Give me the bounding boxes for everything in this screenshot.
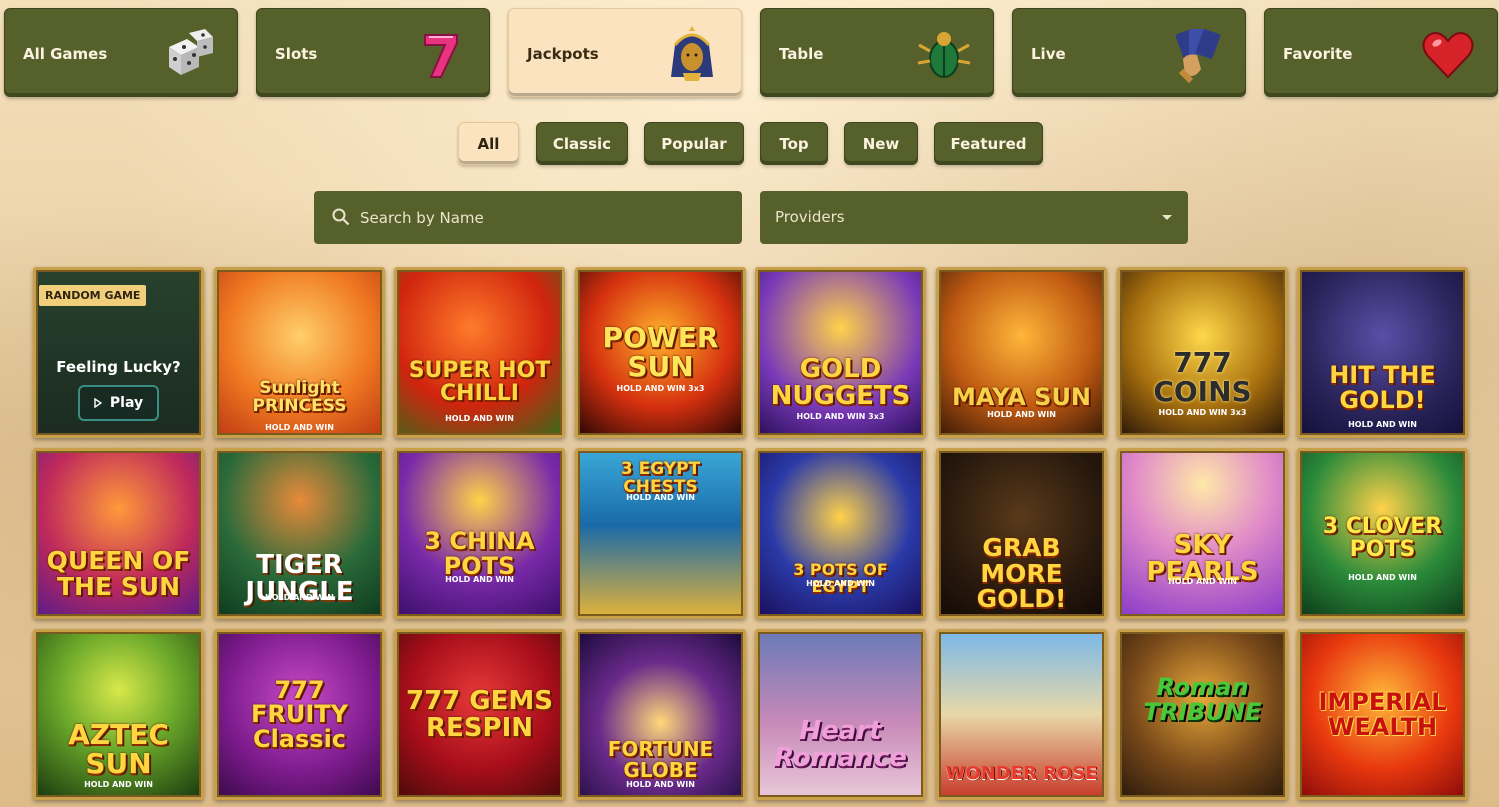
game-tile-super-hot-chilli[interactable]: SUPER HOT CHILLI HOLD AND WIN [394, 267, 565, 438]
game-tile-hit-the-gold[interactable]: HIT THE GOLD! HOLD AND WIN [1297, 267, 1468, 438]
game-title: GRAB MORE GOLD! [976, 533, 1067, 614]
game-subtitle: HOLD AND WIN [1348, 573, 1417, 582]
filter-popular[interactable]: Popular [644, 122, 744, 165]
play-icon [94, 398, 102, 408]
game-title: Roman TRIBUNE [1143, 673, 1262, 726]
providers-label: Providers [775, 208, 845, 226]
random-game-tile[interactable]: RANDOM GAME Feeling Lucky? Play [33, 267, 204, 438]
game-tile-aztec-sun[interactable]: AZTEC SUN HOLD AND WIN [33, 629, 204, 800]
random-game-text: Feeling Lucky? [56, 358, 181, 376]
game-tile-grab-more-gold[interactable]: GRAB MORE GOLD! [936, 448, 1107, 619]
filter-featured[interactable]: Featured [934, 122, 1043, 165]
game-tile-heart-romance[interactable]: Heart Romance [755, 629, 926, 800]
game-tile-power-sun[interactable]: POWER SUN HOLD AND WIN 3x3 [575, 267, 746, 438]
filter-classic[interactable]: Classic [536, 122, 628, 165]
scarab-icon [917, 32, 971, 78]
game-subtitle: HOLD AND WIN 3x3 [1158, 408, 1247, 417]
game-title: 777 FRUITY Classic [250, 675, 349, 753]
game-tile-3-egypt-chests[interactable]: 3 EGYPT CHESTS HOLD AND WIN [575, 448, 746, 619]
play-label: Play [109, 395, 144, 411]
game-title: HIT THE GOLD! [1329, 361, 1436, 414]
tab-label: Table [779, 45, 824, 63]
tab-label: Jackpots [527, 45, 599, 63]
game-subtitle: HOLD AND WIN [445, 414, 514, 423]
game-title: SUPER HOT CHILLI [408, 358, 551, 406]
game-subtitle: HOLD AND WIN [84, 780, 153, 789]
game-tile-sunlight-princess[interactable]: Sunlight PRINCESS HOLD AND WIN [214, 267, 385, 438]
game-subtitle: HOLD AND WIN [445, 575, 514, 584]
dice-icon [169, 29, 213, 75]
tab-live[interactable]: Live [1012, 8, 1246, 97]
filter-top[interactable]: Top [760, 122, 828, 165]
search-box [314, 191, 742, 244]
tab-label: All Games [23, 45, 108, 63]
tab-all-games[interactable]: All Games [4, 8, 238, 97]
game-subtitle: HOLD AND WIN 3x3 [796, 412, 885, 421]
game-tile-777-gems-respin[interactable]: 777 GEMS RESPIN [394, 629, 565, 800]
tab-jackpots[interactable]: Jackpots [508, 8, 742, 97]
tab-label: Live [1031, 45, 1066, 63]
game-title: 777 COINS [1153, 345, 1252, 408]
tab-table[interactable]: Table [760, 8, 994, 97]
game-tile-gold-nuggets[interactable]: GOLD NUGGETS HOLD AND WIN 3x3 [755, 267, 926, 438]
providers-dropdown[interactable]: Providers [760, 191, 1188, 244]
game-subtitle: HOLD AND WIN [806, 579, 875, 588]
game-title: AZTEC SUN [68, 717, 169, 780]
game-grid: RANDOM GAME Feeling Lucky? Play Sunlight… [33, 267, 1469, 807]
game-tile-tiger-jungle[interactable]: TIGER JUNGLE HOLD AND WIN [214, 448, 385, 619]
category-tabs: All Games Slots Jackpots Table Live Favo… [4, 8, 1498, 98]
game-subtitle: HOLD AND WIN [1168, 577, 1237, 586]
tab-label: Favorite [1283, 45, 1353, 63]
game-subtitle: HOLD AND WIN [626, 493, 695, 502]
game-subtitle: HOLD AND WIN [265, 593, 334, 602]
game-subtitle: HOLD AND WIN 3x3 [616, 384, 705, 393]
filter-pills: All Classic Popular Top New Featured [0, 122, 1499, 166]
tab-favorite[interactable]: Favorite [1264, 8, 1498, 97]
game-subtitle: HOLD AND WIN [626, 780, 695, 789]
game-title: 3 CHINA POTS [424, 527, 535, 580]
game-title: POWER SUN [602, 320, 719, 383]
game-title: 3 EGYPT CHESTS [620, 459, 701, 497]
game-tile-queen-of-the-sun[interactable]: QUEEN OF THE SUN [33, 448, 204, 619]
search-input[interactable] [360, 191, 730, 244]
heart-icon [1422, 32, 1474, 79]
game-subtitle: HOLD AND WIN [265, 423, 334, 432]
chevron-down-icon [1162, 215, 1172, 220]
game-tile-3-china-pots[interactable]: 3 CHINA POTS HOLD AND WIN [394, 448, 565, 619]
game-tile-fortune-globe[interactable]: FORTUNE GLOBE HOLD AND WIN [575, 629, 746, 800]
game-title: WONDER ROSE [945, 763, 1098, 785]
game-tile-777-coins[interactable]: 777 COINS HOLD AND WIN 3x3 [1117, 267, 1288, 438]
seven-icon [424, 34, 458, 78]
game-title: MAYA SUN [951, 383, 1092, 412]
game-tile-imperial-wealth[interactable]: IMPERIAL WEALTH [1297, 629, 1468, 800]
game-tile-3-clover-pots[interactable]: 3 CLOVER POTS HOLD AND WIN [1297, 448, 1468, 619]
random-game-badge: RANDOM GAME [39, 285, 147, 306]
game-tile-fruity-classic[interactable]: 777 FRUITY Classic [214, 629, 385, 800]
game-title: Heart Romance [774, 715, 907, 773]
game-tile-wonder-rose[interactable]: WONDER ROSE [936, 629, 1107, 800]
game-title: 777 GEMS RESPIN [405, 685, 554, 743]
play-button[interactable]: Play [78, 385, 159, 421]
game-subtitle: HOLD AND WIN [987, 410, 1056, 419]
game-tile-roman-tribune[interactable]: Roman TRIBUNE [1117, 629, 1288, 800]
pharaoh-icon [671, 26, 713, 81]
game-tile-sky-pearls[interactable]: SKY PEARLS HOLD AND WIN [1117, 448, 1288, 619]
cards-hand-icon [1175, 29, 1221, 83]
tab-label: Slots [275, 45, 318, 63]
game-tile-maya-sun[interactable]: MAYA SUN HOLD AND WIN [936, 267, 1107, 438]
tab-slots[interactable]: Slots [256, 8, 490, 97]
game-title: 3 CLOVER POTS [1322, 514, 1443, 562]
game-subtitle: HOLD AND WIN [1348, 420, 1417, 429]
game-title: IMPERIAL WEALTH [1318, 688, 1447, 741]
game-title: GOLD NUGGETS [770, 353, 911, 411]
search-icon [332, 208, 350, 226]
game-title: FORTUNE GLOBE [607, 737, 714, 782]
game-tile-3-pots-of-egypt[interactable]: 3 POTS OF EGYPT HOLD AND WIN [755, 448, 926, 619]
game-title: QUEEN OF THE SUN [46, 546, 191, 601]
game-title: Sunlight PRINCESS [252, 378, 347, 416]
filter-all[interactable]: All [458, 122, 519, 165]
filter-new[interactable]: New [844, 122, 918, 165]
